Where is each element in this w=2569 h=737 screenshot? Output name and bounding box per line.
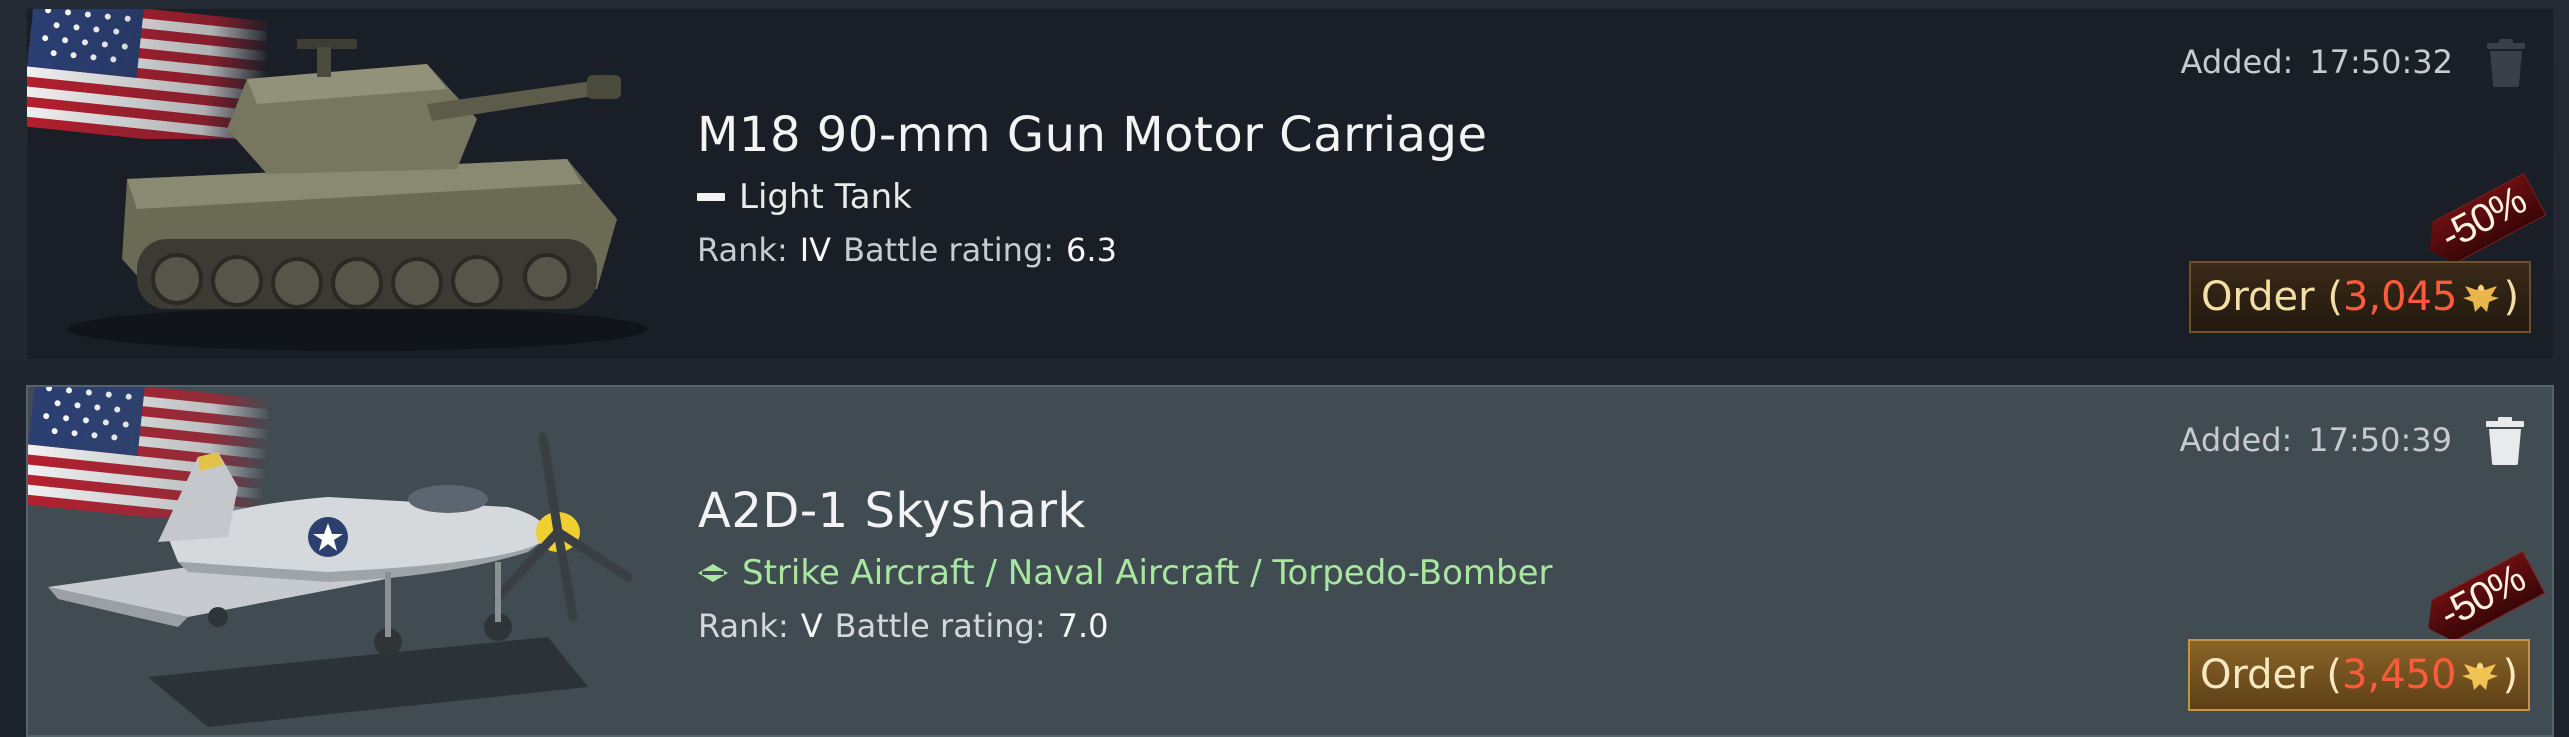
wishlist-item-m18[interactable]: M18 90-mm Gun Motor Carriage Light Tank …	[26, 8, 2554, 360]
light-tank-icon	[697, 193, 725, 201]
order-suffix: )	[2503, 274, 2520, 320]
order-label: Order (	[2199, 652, 2342, 698]
battle-rating-label: Battle rating:	[843, 231, 1055, 269]
golden-eagle-icon	[2462, 662, 2499, 690]
strike-aircraft-icon	[698, 564, 728, 582]
battle-rating-value: 7.0	[1057, 607, 1109, 645]
wishlist-item-a2d1[interactable]: A2D-1 Skyshark Strike Aircraft / Naval A…	[26, 385, 2554, 737]
vehicle-name: M18 90-mm Gun Motor Carriage	[697, 107, 1488, 163]
vehicle-type-label: Light Tank	[739, 177, 912, 217]
vehicle-type: Strike Aircraft / Naval Aircraft / Torpe…	[698, 553, 1553, 593]
rank-info: Rank: IV Battle rating: 6.3	[697, 231, 1117, 269]
order-button[interactable]: Order (3,045 )	[2189, 261, 2531, 333]
order-price: 3,450	[2341, 652, 2457, 698]
trash-icon[interactable]	[2486, 417, 2524, 465]
rank-value: V	[800, 607, 823, 645]
added-label: Added:	[2180, 43, 2294, 81]
vehicle-thumbnail	[27, 9, 667, 357]
order-button[interactable]: Order (3,450 )	[2188, 639, 2530, 711]
discount-badge: -50%	[2413, 545, 2544, 652]
rank-label: Rank:	[698, 607, 789, 645]
order-suffix: )	[2502, 652, 2519, 698]
vehicle-type: Light Tank	[697, 177, 912, 217]
added-timestamp: Added: 17:50:39	[2180, 421, 2452, 459]
battle-rating-value: 6.3	[1066, 231, 1117, 269]
added-time: 17:50:32	[2309, 43, 2453, 81]
vehicle-name: A2D-1 Skyshark	[698, 483, 1086, 539]
vehicle-type-label: Strike Aircraft / Naval Aircraft / Torpe…	[742, 553, 1553, 593]
aircraft-image	[48, 432, 633, 727]
added-label: Added:	[2179, 421, 2293, 459]
rank-info: Rank: V Battle rating: 7.0	[698, 607, 1109, 645]
golden-eagle-icon	[2463, 284, 2500, 312]
battle-rating-label: Battle rating:	[834, 607, 1046, 645]
discount-badge: -50%	[2414, 167, 2545, 274]
rank-value: IV	[799, 231, 832, 269]
order-price: 3,045	[2342, 274, 2458, 320]
tank-image	[67, 39, 647, 351]
vehicle-thumbnail	[28, 387, 668, 735]
rank-label: Rank:	[697, 231, 788, 269]
trash-icon[interactable]	[2487, 39, 2525, 87]
order-label: Order (	[2200, 274, 2343, 320]
wishlist-panel: M18 90-mm Gun Motor Carriage Light Tank …	[0, 0, 2569, 737]
added-timestamp: Added: 17:50:32	[2181, 43, 2453, 81]
added-time: 17:50:39	[2308, 421, 2452, 459]
